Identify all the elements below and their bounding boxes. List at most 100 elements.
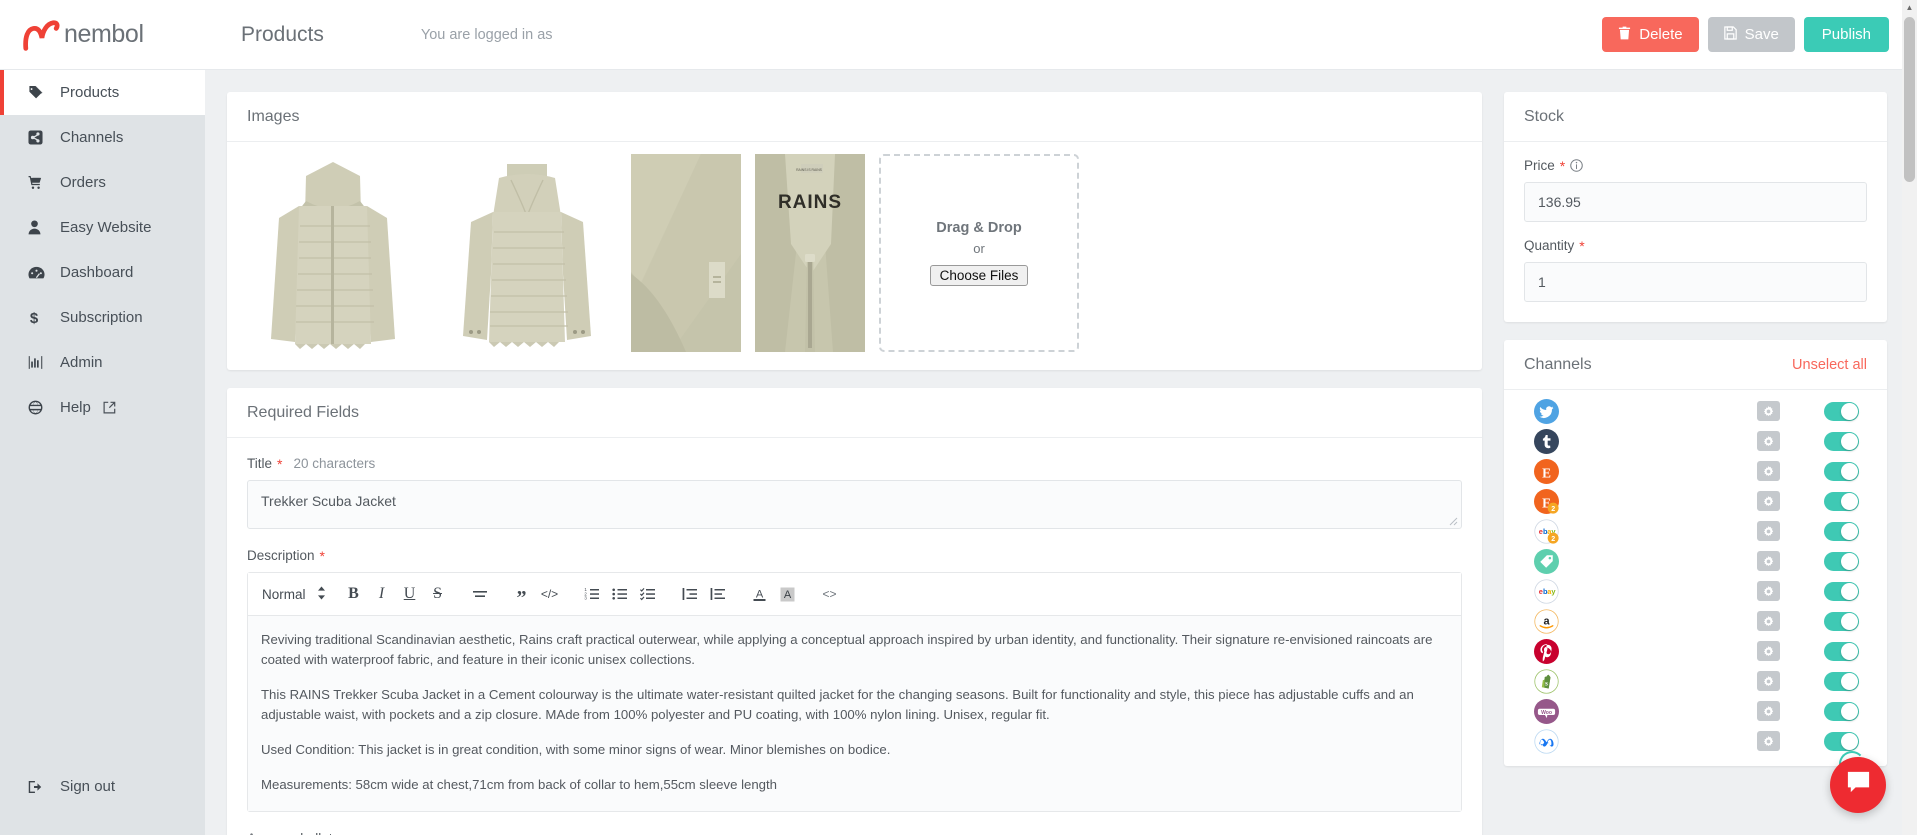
quantity-label-text: Quantity bbox=[1524, 238, 1575, 253]
title-input[interactable]: Trekker Scuba Jacket bbox=[247, 480, 1462, 529]
channel-row bbox=[1504, 726, 1887, 756]
sidebar-item-admin[interactable]: Admin bbox=[0, 340, 205, 385]
cart-icon bbox=[28, 175, 52, 190]
channel-row: E bbox=[1504, 456, 1887, 486]
code-block-icon[interactable]: </> bbox=[537, 581, 563, 607]
page-scrollbar[interactable]: ▲ bbox=[1902, 0, 1917, 835]
sidebar-item-help[interactable]: Help bbox=[0, 385, 205, 430]
channel-toggle[interactable] bbox=[1824, 671, 1859, 691]
brand-logo[interactable]: nembol bbox=[0, 0, 205, 70]
sign-out-label: Sign out bbox=[60, 778, 116, 795]
gear-icon[interactable] bbox=[1757, 461, 1780, 481]
choose-files-button[interactable]: Choose Files bbox=[929, 265, 1029, 286]
gear-icon[interactable] bbox=[1757, 731, 1780, 751]
etsy-icon: E bbox=[1534, 458, 1559, 484]
trash-icon bbox=[1618, 26, 1631, 44]
channel-toggle[interactable] bbox=[1824, 431, 1859, 451]
strike-icon[interactable]: S bbox=[425, 581, 451, 607]
indent-icon[interactable] bbox=[705, 581, 731, 607]
gear-icon[interactable] bbox=[1757, 641, 1780, 661]
gear-icon[interactable] bbox=[1757, 401, 1780, 421]
description-label-text: Description bbox=[247, 548, 315, 563]
channel-row bbox=[1504, 636, 1887, 666]
gear-icon[interactable] bbox=[1757, 701, 1780, 721]
sidebar-item-easy-website[interactable]: Easy Website bbox=[0, 205, 205, 250]
sidebar-item-products[interactable]: Products bbox=[0, 70, 205, 115]
chevron-updown-icon bbox=[317, 586, 326, 603]
sidebar-item-signout[interactable]: Sign out bbox=[0, 764, 205, 809]
outdent-icon[interactable] bbox=[677, 581, 703, 607]
background-color-icon[interactable]: A bbox=[775, 581, 801, 607]
unselect-all-link[interactable]: Unselect all bbox=[1792, 357, 1867, 373]
meta-icon bbox=[1534, 728, 1559, 754]
chat-widget-button[interactable] bbox=[1830, 757, 1886, 813]
image-dropzone[interactable]: Drag & Drop or Choose Files bbox=[879, 154, 1079, 352]
bullet-list-icon[interactable] bbox=[607, 581, 633, 607]
product-thumbnail[interactable]: RAINS IS RAINS RAINS bbox=[755, 154, 865, 352]
sidebar-item-dashboard[interactable]: Dashboard bbox=[0, 250, 205, 295]
delete-button[interactable]: Delete bbox=[1602, 17, 1699, 52]
channel-toggle[interactable] bbox=[1824, 461, 1859, 481]
sidebar: nembol Products Channels Orders Easy Web… bbox=[0, 0, 205, 835]
quantity-input[interactable]: 1 bbox=[1524, 262, 1867, 302]
title-input-value: Trekker Scuba Jacket bbox=[261, 493, 396, 509]
product-thumbnail[interactable] bbox=[631, 154, 741, 352]
source-code-icon[interactable]: <> bbox=[817, 581, 843, 607]
tag-icon bbox=[28, 85, 52, 100]
check-list-icon[interactable] bbox=[635, 581, 661, 607]
blockquote-icon[interactable]: ” bbox=[509, 581, 535, 608]
channel-toggle[interactable] bbox=[1824, 611, 1859, 631]
sidebar-item-label: Orders bbox=[60, 174, 106, 191]
info-icon[interactable] bbox=[1570, 159, 1583, 172]
brand-name: nembol bbox=[64, 20, 144, 48]
channel-toggle[interactable] bbox=[1824, 641, 1859, 661]
sidebar-item-subscription[interactable]: $ Subscription bbox=[0, 295, 205, 340]
gear-icon[interactable] bbox=[1757, 521, 1780, 541]
channel-row: ebay2 bbox=[1504, 516, 1887, 546]
toggle-knob bbox=[1841, 552, 1858, 570]
chat-icon bbox=[1845, 769, 1872, 801]
required-fields-title: Required Fields bbox=[227, 388, 1482, 438]
align-icon[interactable] bbox=[467, 581, 493, 607]
gear-icon[interactable] bbox=[1757, 431, 1780, 451]
svg-text:RAINS IS RAINS: RAINS IS RAINS bbox=[796, 168, 823, 172]
gear-icon[interactable] bbox=[1757, 611, 1780, 631]
gear-icon[interactable] bbox=[1757, 491, 1780, 511]
font-color-icon[interactable]: A bbox=[747, 581, 773, 607]
bold-icon[interactable]: B bbox=[341, 581, 367, 607]
resize-handle-icon[interactable] bbox=[1447, 515, 1458, 526]
scroll-thumb[interactable] bbox=[1904, 17, 1915, 182]
svg-text:e: e bbox=[1539, 526, 1543, 535]
price-input[interactable]: 136.95 bbox=[1524, 182, 1867, 222]
sidebar-item-channels[interactable]: Channels bbox=[0, 115, 205, 160]
gear-icon[interactable] bbox=[1757, 551, 1780, 571]
product-thumbnail[interactable] bbox=[437, 154, 617, 352]
italic-icon[interactable]: I bbox=[369, 581, 395, 607]
save-button[interactable]: Save bbox=[1707, 17, 1795, 52]
required-fields-body: Title * 20 characters Trekker Scuba Jacke… bbox=[227, 438, 1482, 835]
title-field-label: Title * 20 characters bbox=[247, 456, 1462, 471]
description-text-area[interactable]: Reviving traditional Scandinavian aesthe… bbox=[248, 616, 1461, 812]
channel-toggle[interactable] bbox=[1824, 731, 1859, 751]
format-picker[interactable]: Normal bbox=[258, 586, 326, 603]
woocommerce-icon: Woo bbox=[1534, 698, 1559, 724]
channel-toggle[interactable] bbox=[1824, 491, 1859, 511]
globe-icon bbox=[28, 400, 52, 415]
product-thumbnail[interactable] bbox=[243, 154, 423, 352]
publish-button[interactable]: Publish bbox=[1803, 17, 1889, 52]
gear-icon[interactable] bbox=[1757, 671, 1780, 691]
sidebar-item-label: Channels bbox=[60, 129, 124, 146]
channel-toggle[interactable] bbox=[1824, 521, 1859, 541]
channel-row bbox=[1504, 546, 1887, 576]
underline-icon[interactable]: U bbox=[397, 581, 423, 607]
sidebar-item-orders[interactable]: Orders bbox=[0, 160, 205, 205]
gear-icon[interactable] bbox=[1757, 581, 1780, 601]
sign-out-icon bbox=[28, 780, 52, 794]
channel-toggle[interactable] bbox=[1824, 551, 1859, 571]
channel-toggle[interactable] bbox=[1824, 401, 1859, 421]
channel-toggle[interactable] bbox=[1824, 581, 1859, 601]
channel-row: s bbox=[1504, 666, 1887, 696]
ordered-list-icon[interactable]: 123 bbox=[579, 581, 605, 607]
scroll-up-arrow-icon[interactable]: ▲ bbox=[1902, 0, 1917, 15]
channel-toggle[interactable] bbox=[1824, 701, 1859, 721]
